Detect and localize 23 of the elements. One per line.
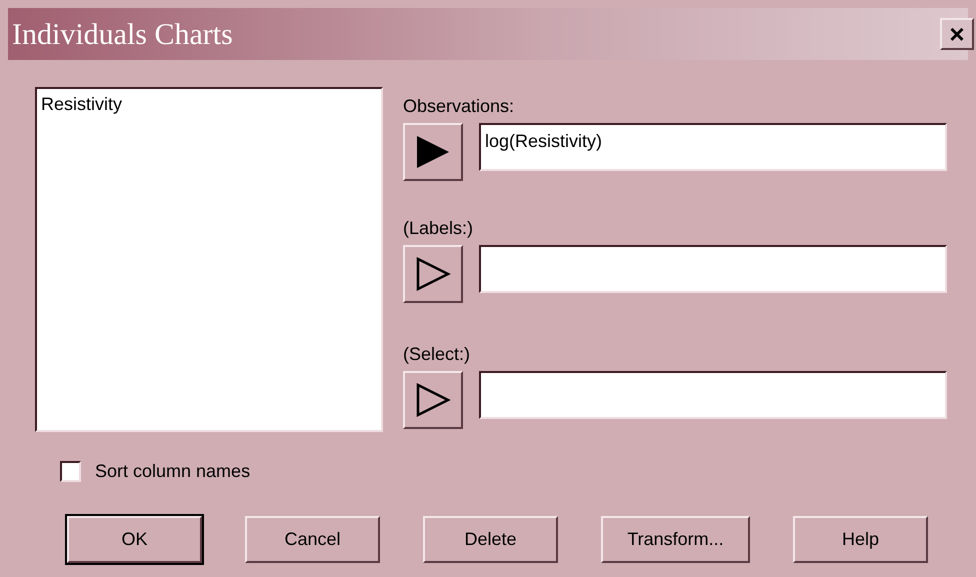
variable-list[interactable]: Resistivity <box>35 87 383 432</box>
triangle-icon <box>415 256 451 292</box>
field-label: (Labels:) <box>403 217 474 239</box>
list-item[interactable]: Resistivity <box>41 93 377 115</box>
arrow-button[interactable] <box>403 371 463 429</box>
dialog-button[interactable]: OK <box>67 516 202 563</box>
dialog-button[interactable]: Transform... <box>601 516 750 563</box>
window-title: Individuals Charts <box>11 16 233 52</box>
input-field[interactable] <box>479 371 947 419</box>
arrow-button[interactable] <box>403 245 463 303</box>
field-label: Observations: <box>403 95 516 117</box>
input-field[interactable]: log(Resistivity) <box>479 123 947 171</box>
checkbox-label: Sort column names <box>95 460 250 483</box>
dialog-button[interactable]: Help <box>793 516 928 563</box>
triangle-icon <box>415 134 451 170</box>
triangle-icon <box>415 382 451 418</box>
close-button[interactable]: × <box>940 18 974 50</box>
checkbox[interactable] <box>60 461 81 482</box>
arrow-button[interactable] <box>403 123 463 181</box>
dialog-button[interactable]: Delete <box>423 516 558 563</box>
input-field[interactable] <box>479 245 947 293</box>
field-label: (Select:) <box>403 343 472 365</box>
dialog-button[interactable]: Cancel <box>245 516 380 563</box>
